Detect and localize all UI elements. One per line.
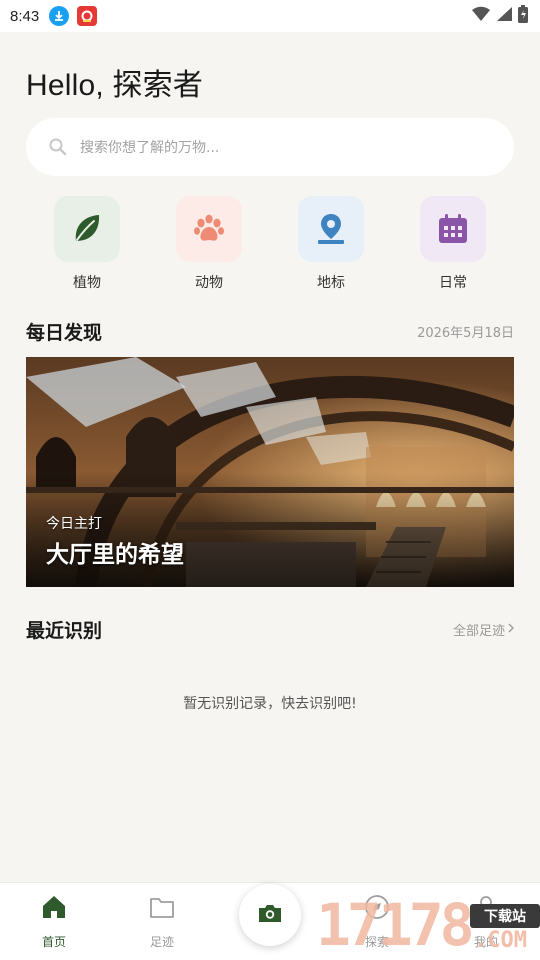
signal-icon bbox=[496, 6, 512, 26]
map-pin-icon bbox=[318, 214, 344, 244]
category-label: 日常 bbox=[439, 275, 467, 291]
search-placeholder: 搜索你想了解的万物... bbox=[80, 140, 220, 156]
recent-empty-state: 暂无识别记录，快去识别吧! bbox=[183, 696, 357, 712]
watermark: 17178 下载站 .COM bbox=[316, 890, 540, 960]
nav-label: 足迹 bbox=[149, 935, 174, 949]
hero-kicker: 今日主打 bbox=[46, 516, 102, 532]
category-label: 动物 bbox=[195, 275, 223, 291]
calendar-icon bbox=[439, 214, 467, 243]
category-plant[interactable]: 植物 bbox=[26, 196, 148, 292]
status-time: 8:43 bbox=[10, 7, 40, 25]
recent-title: 最近识别 bbox=[26, 620, 103, 642]
category-animal[interactable]: 动物 bbox=[148, 196, 270, 292]
status-bar: 8:43 bbox=[0, 0, 540, 32]
search-bar[interactable]: 搜索你想了解的万物... bbox=[26, 118, 514, 176]
download-notification-icon bbox=[49, 6, 70, 26]
recent-all-link-label: 全部足迹 bbox=[452, 624, 505, 639]
watermark-suffix: .COM bbox=[474, 928, 527, 953]
category-row: 植物 动物 地标 日常 bbox=[26, 196, 514, 292]
daily-discovery-title: 每日发现 bbox=[26, 322, 103, 344]
nav-home[interactable]: 首页 bbox=[14, 891, 94, 950]
category-tile[interactable] bbox=[176, 196, 242, 262]
nav-label: 首页 bbox=[41, 935, 66, 949]
app-notification-icon bbox=[77, 6, 98, 26]
recent-all-link[interactable]: 全部足迹 bbox=[453, 620, 514, 639]
chevron-right-icon bbox=[508, 622, 514, 637]
category-label: 地标 bbox=[317, 275, 345, 291]
category-landmark[interactable]: 地标 bbox=[270, 196, 392, 292]
category-tile[interactable] bbox=[54, 196, 120, 262]
search-icon bbox=[48, 137, 68, 157]
battery-icon bbox=[518, 5, 528, 27]
daily-discovery-date: 2026年5月18日 bbox=[417, 326, 514, 341]
watermark-box: 下载站 bbox=[470, 904, 540, 928]
home-icon bbox=[38, 891, 70, 923]
daily-hero-card[interactable]: 今日主打 大厅里的希望 bbox=[26, 357, 514, 587]
nav-footprints[interactable]: 足迹 bbox=[122, 891, 202, 950]
greeting-title: Hello, 探索者 bbox=[26, 69, 204, 102]
category-tile[interactable] bbox=[298, 196, 364, 262]
hero-headline: 大厅里的希望 bbox=[46, 542, 184, 568]
wifi-icon bbox=[472, 6, 490, 26]
category-tile[interactable] bbox=[420, 196, 486, 262]
camera-button[interactable] bbox=[239, 884, 301, 946]
folder-icon bbox=[146, 891, 178, 923]
category-label: 植物 bbox=[73, 275, 101, 291]
camera-icon bbox=[257, 902, 283, 928]
leaf-icon bbox=[75, 215, 100, 241]
paw-icon bbox=[194, 214, 224, 241]
category-daily[interactable]: 日常 bbox=[392, 196, 514, 292]
watermark-number: 17178 bbox=[316, 891, 475, 959]
